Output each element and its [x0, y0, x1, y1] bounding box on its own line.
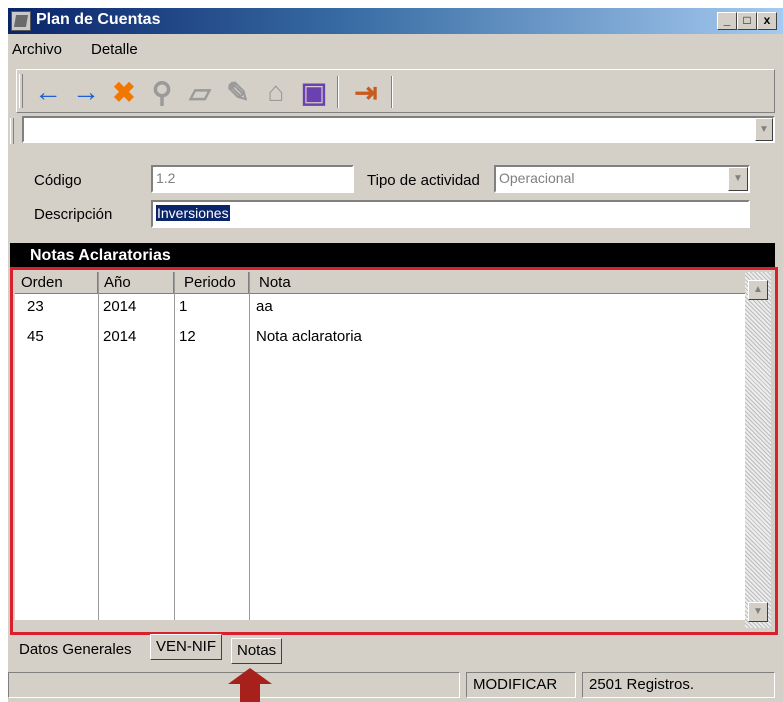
descripcion-label: Descripción — [34, 206, 113, 223]
maximize-button[interactable]: □ — [737, 12, 757, 30]
menu-detalle[interactable]: Detalle — [91, 41, 138, 58]
forward-button[interactable]: → — [69, 76, 103, 108]
descripcion-selected-text: Inversiones — [156, 205, 230, 221]
codigo-label: Código — [34, 172, 82, 189]
status-records: 2501 Registros. — [582, 672, 775, 698]
toolbar-separator — [337, 76, 339, 108]
exit-door-icon: ⇥ — [354, 76, 378, 108]
tab-notas[interactable]: Notas — [231, 638, 283, 664]
toolbar-separator — [391, 76, 393, 108]
pointer-arrow-icon — [228, 668, 272, 702]
arrow-right-icon: → — [72, 76, 100, 107]
close-button[interactable]: x — [757, 12, 777, 30]
exit-button[interactable]: ⇥ — [349, 76, 383, 108]
trash-button[interactable]: ⌂ — [259, 76, 293, 108]
descripcion-field[interactable]: Inversiones — [151, 200, 750, 228]
search-icon: ⚲ — [151, 76, 173, 108]
toolbar: ← → ✖ ⚲ ▱ ✎ ⌂ ▣ ⇥ — [16, 69, 775, 113]
open-folder-icon: ▱ — [189, 76, 211, 108]
trash-icon: ⌂ — [267, 76, 285, 107]
menu-bar: Archivo Detalle — [8, 34, 783, 64]
account-selector-row: ▼ — [8, 110, 775, 150]
save-icon: ▣ — [300, 76, 328, 108]
tipo-actividad-value: Operacional — [499, 170, 575, 186]
back-button[interactable]: ← — [31, 76, 65, 108]
open-button[interactable]: ▱ — [183, 76, 217, 108]
selector-grip[interactable] — [10, 118, 14, 144]
save-button[interactable]: ▣ — [297, 76, 331, 108]
toolbar-grip[interactable] — [19, 74, 23, 108]
title-bar[interactable]: Plan de Cuentas _ □ x — [8, 8, 783, 34]
tipo-actividad-label: Tipo de actividad — [367, 172, 480, 189]
codigo-field[interactable]: 1.2 — [151, 165, 354, 193]
chevron-down-icon[interactable]: ▼ — [728, 167, 748, 191]
chevron-down-icon[interactable]: ▼ — [755, 118, 773, 141]
status-mode: MODIFICAR — [466, 672, 576, 698]
notas-aclaratorias-header: Notas Aclaratorias — [10, 243, 775, 269]
tipo-actividad-select[interactable]: Operacional ▼ — [494, 165, 750, 193]
app-icon — [11, 11, 31, 31]
account-combo[interactable]: ▼ — [22, 116, 775, 143]
delete-button[interactable]: ✖ — [107, 76, 141, 108]
search-button[interactable]: ⚲ — [145, 76, 179, 108]
edit-button[interactable]: ✎ — [221, 76, 255, 108]
minimize-button[interactable]: _ — [717, 12, 737, 30]
tab-datos-generales[interactable]: Datos Generales — [14, 638, 137, 662]
tab-ven-nif[interactable]: VEN-NIF — [150, 634, 222, 660]
arrow-left-icon: ← — [34, 76, 62, 107]
edit-icon: ✎ — [226, 76, 250, 108]
menu-archivo[interactable]: Archivo — [12, 41, 62, 58]
highlight-annotation-box — [10, 267, 778, 635]
window-title: Plan de Cuentas — [36, 11, 161, 28]
delete-x-icon: ✖ — [112, 76, 136, 108]
